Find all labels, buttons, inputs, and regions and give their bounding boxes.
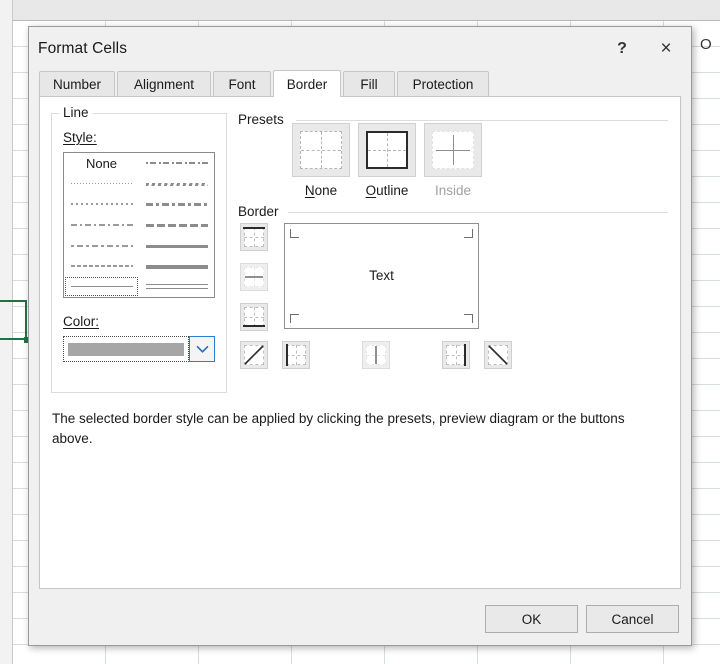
line-style-option[interactable] [139, 256, 214, 277]
border-diagonal-down-icon [488, 345, 508, 365]
border-diagonal-up-icon [244, 345, 264, 365]
dialog-titlebar: Format Cells ? × [29, 27, 691, 74]
line-style-preview [70, 280, 133, 294]
border-legend: Border [238, 204, 279, 219]
corner-mark-bottom-left [290, 314, 299, 323]
format-cells-dialog: Format Cells ? × Number Alignment Font Bord… [28, 26, 692, 646]
line-group-legend: Line [59, 105, 93, 120]
line-style-none-label: None [85, 155, 118, 171]
line-style-preview [145, 280, 208, 294]
preset-outline[interactable]: Outline [358, 123, 416, 198]
preset-none-icon [292, 123, 350, 177]
border-horizontal-inside-button [240, 263, 268, 291]
border-left-button[interactable] [282, 341, 310, 369]
border-right-icon [446, 344, 466, 366]
line-style-option[interactable] [139, 235, 214, 256]
corner-mark-bottom-right [464, 314, 473, 323]
border-tab-panel: Line Style: None Color: Presets None Outl… [39, 96, 681, 589]
selected-cell[interactable] [0, 300, 27, 340]
line-style-listbox[interactable]: None [63, 152, 215, 298]
line-style-option[interactable]: None [64, 153, 139, 174]
tab-label: Number [52, 77, 101, 92]
tab-label: Alignment [133, 77, 195, 92]
line-style-option[interactable] [64, 174, 139, 195]
line-style-preview [145, 259, 208, 273]
line-style-option[interactable] [64, 256, 139, 277]
tab-protection[interactable]: Protection [397, 71, 489, 97]
line-style-option[interactable] [139, 215, 214, 236]
line-group: Line Style: None Color: [51, 105, 227, 393]
line-style-preview [145, 197, 208, 211]
presets-legend: Presets [238, 112, 284, 127]
dialog-title: Format Cells [38, 40, 128, 57]
preset-inside-label: Inside [434, 183, 472, 198]
line-style-option[interactable] [64, 235, 139, 256]
cancel-button[interactable]: Cancel [586, 605, 679, 633]
border-divider [288, 212, 668, 213]
tab-fill[interactable]: Fill [343, 71, 395, 97]
line-style-preview [70, 259, 133, 273]
line-style-preview [70, 197, 133, 211]
tab-number[interactable]: Number [39, 71, 115, 97]
preview-text: Text [369, 268, 394, 283]
tab-strip: Number Alignment Font Border Fill Protection [39, 70, 681, 97]
border-horizontal-inside-icon [244, 267, 264, 287]
border-right-button[interactable] [442, 341, 470, 369]
border-top-icon [243, 227, 265, 247]
border-diagonal-down-button[interactable] [484, 341, 512, 369]
preset-inside-icon [424, 123, 482, 177]
close-icon[interactable]: × [649, 33, 683, 65]
border-preview-diagram[interactable]: Text [284, 223, 479, 329]
style-label: Style: [63, 130, 97, 145]
cell-text: O [700, 36, 712, 53]
line-style-option[interactable] [139, 194, 214, 215]
border-diagonal-up-button[interactable] [240, 341, 268, 369]
tab-label: Border [286, 76, 328, 92]
description-text: The selected border style can be applied… [52, 411, 625, 446]
border-left-icon [286, 344, 306, 366]
line-color-swatch [68, 342, 184, 356]
preset-inside: Inside [424, 123, 482, 198]
chevron-down-icon[interactable] [189, 336, 215, 362]
preset-outline-icon [358, 123, 416, 177]
border-bottom-button[interactable] [240, 303, 268, 331]
color-label: Color: [63, 314, 100, 329]
tab-border[interactable]: Border [273, 70, 341, 97]
corner-mark-top-left [290, 229, 299, 238]
border-top-button[interactable] [240, 223, 268, 251]
line-style-preview [70, 177, 133, 191]
preset-outline-label: Outline [365, 183, 409, 198]
preset-none[interactable]: None [292, 123, 350, 198]
line-style-preview [145, 156, 208, 170]
border-editor-area: Text [238, 221, 668, 389]
tab-label: Fill [360, 77, 378, 92]
tab-font[interactable]: Font [213, 71, 271, 97]
line-color-combobox[interactable] [63, 336, 215, 362]
line-style-preview [145, 218, 208, 232]
tab-alignment[interactable]: Alignment [117, 71, 211, 97]
line-style-preview [145, 239, 208, 253]
line-style-preview [70, 218, 133, 232]
line-color-swatch-wrap[interactable] [63, 336, 189, 362]
border-group-header: Border [238, 204, 668, 219]
tab-label: Font [228, 77, 256, 92]
line-style-option[interactable] [139, 276, 214, 297]
line-style-option[interactable] [64, 194, 139, 215]
line-style-option[interactable] [139, 174, 214, 195]
line-style-preview [70, 239, 133, 253]
border-vertical-inside-icon [366, 345, 386, 365]
tab-label: Protection [412, 77, 474, 92]
line-style-option[interactable] [64, 276, 139, 297]
corner-mark-top-right [464, 229, 473, 238]
line-style-preview [145, 177, 208, 191]
line-style-option[interactable] [64, 215, 139, 236]
line-style-option[interactable] [139, 153, 214, 174]
preset-none-label: None [304, 183, 338, 198]
column-header-strip[interactable] [0, 0, 720, 21]
presets-divider [296, 120, 668, 121]
border-bottom-icon [243, 307, 265, 327]
ok-button[interactable]: OK [485, 605, 578, 633]
border-vertical-inside-button [362, 341, 390, 369]
help-icon[interactable]: ? [605, 33, 639, 65]
